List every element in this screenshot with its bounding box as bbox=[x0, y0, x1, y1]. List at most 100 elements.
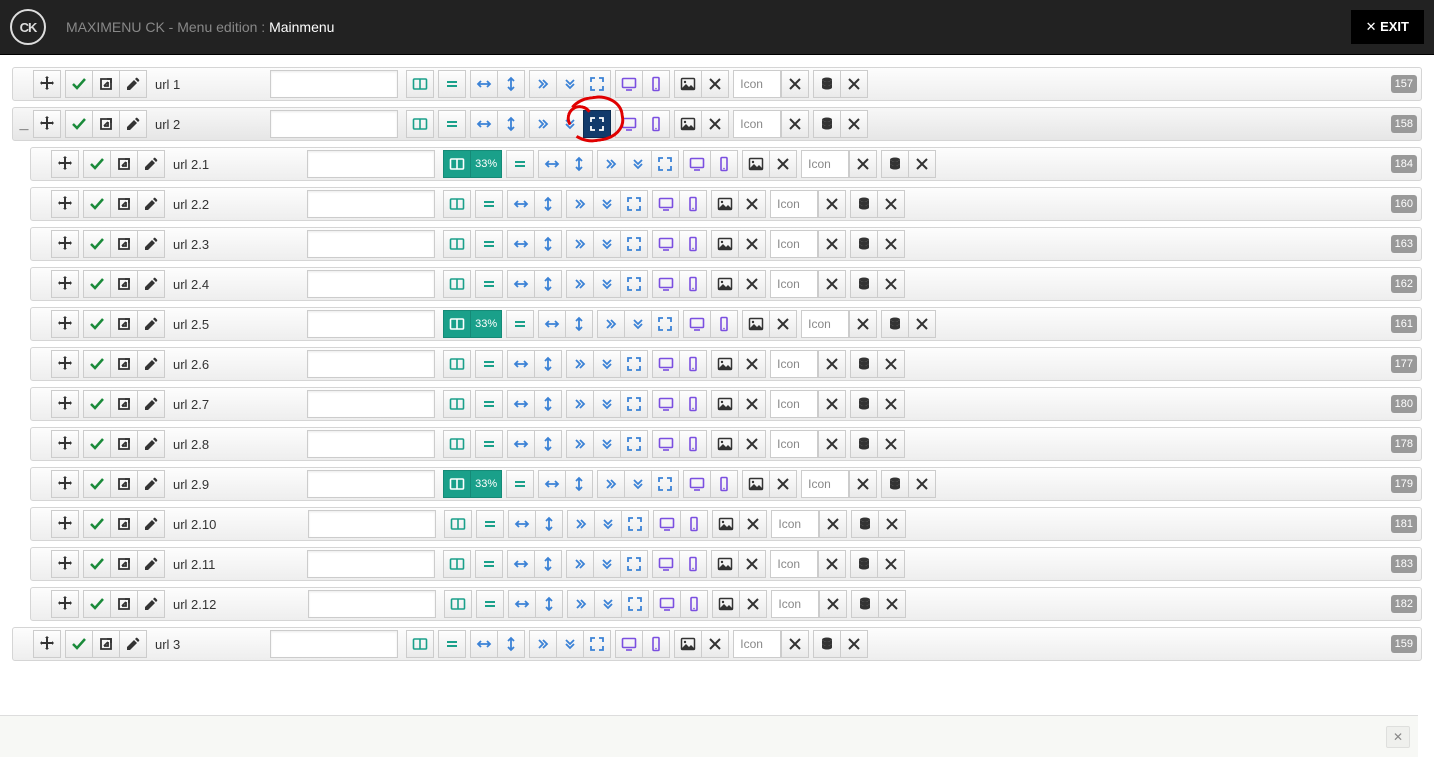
width-arrows-button[interactable] bbox=[508, 590, 536, 618]
publish-toggle[interactable] bbox=[83, 390, 111, 418]
publish-toggle[interactable] bbox=[83, 310, 111, 338]
columns-button[interactable] bbox=[443, 350, 471, 378]
desktop-visibility-button[interactable] bbox=[683, 470, 711, 498]
mobile-visibility-button[interactable] bbox=[642, 70, 670, 98]
row-layout-button[interactable] bbox=[506, 310, 534, 338]
drag-handle[interactable] bbox=[33, 630, 61, 658]
params-button[interactable] bbox=[851, 590, 879, 618]
icon-input[interactable]: Icon bbox=[770, 270, 818, 298]
fullwidth-button[interactable] bbox=[651, 150, 679, 178]
open-link-button[interactable] bbox=[110, 270, 138, 298]
publish-toggle[interactable] bbox=[83, 230, 111, 258]
class-input[interactable] bbox=[307, 350, 435, 378]
params-clear-button[interactable] bbox=[877, 550, 905, 578]
edit-button[interactable] bbox=[119, 630, 147, 658]
publish-toggle[interactable] bbox=[83, 430, 111, 458]
width-arrows-button[interactable] bbox=[538, 310, 566, 338]
expand-down-button[interactable] bbox=[594, 590, 622, 618]
width-arrows-button[interactable] bbox=[470, 70, 498, 98]
params-clear-button[interactable] bbox=[877, 430, 905, 458]
height-arrows-button[interactable] bbox=[497, 70, 525, 98]
edit-button[interactable] bbox=[137, 430, 165, 458]
icon-clear-button[interactable] bbox=[818, 190, 846, 218]
drag-handle[interactable] bbox=[51, 390, 79, 418]
width-arrows-button[interactable] bbox=[538, 150, 566, 178]
desktop-visibility-button[interactable] bbox=[652, 550, 680, 578]
params-button[interactable] bbox=[850, 390, 878, 418]
expand-down-button[interactable] bbox=[624, 310, 652, 338]
fullwidth-button[interactable] bbox=[583, 110, 611, 138]
desktop-visibility-button[interactable] bbox=[652, 270, 680, 298]
drag-handle[interactable] bbox=[51, 590, 79, 618]
mobile-visibility-button[interactable] bbox=[679, 430, 707, 458]
row-layout-button[interactable] bbox=[475, 550, 503, 578]
publish-toggle[interactable] bbox=[65, 630, 93, 658]
icon-input[interactable]: Icon bbox=[801, 150, 849, 178]
image-clear-button[interactable] bbox=[738, 390, 766, 418]
desktop-visibility-button[interactable] bbox=[653, 590, 681, 618]
expand-down-button[interactable] bbox=[593, 350, 621, 378]
image-clear-button[interactable] bbox=[739, 510, 767, 538]
image-button[interactable] bbox=[742, 310, 770, 338]
image-button[interactable] bbox=[674, 630, 702, 658]
mobile-visibility-button[interactable] bbox=[679, 350, 707, 378]
expand-down-button[interactable] bbox=[556, 110, 584, 138]
width-arrows-button[interactable] bbox=[507, 390, 535, 418]
expand-down-button[interactable] bbox=[624, 470, 652, 498]
fullwidth-button[interactable] bbox=[621, 510, 649, 538]
publish-toggle[interactable] bbox=[83, 510, 111, 538]
params-clear-button[interactable] bbox=[840, 630, 868, 658]
mobile-visibility-button[interactable] bbox=[710, 470, 738, 498]
open-link-button[interactable] bbox=[92, 70, 120, 98]
publish-toggle[interactable] bbox=[65, 70, 93, 98]
params-clear-button[interactable] bbox=[877, 270, 905, 298]
drag-handle[interactable] bbox=[33, 70, 61, 98]
expand-right-button[interactable] bbox=[529, 630, 557, 658]
row-layout-button[interactable] bbox=[475, 190, 503, 218]
class-input[interactable] bbox=[307, 390, 435, 418]
open-link-button[interactable] bbox=[110, 430, 138, 458]
mobile-visibility-button[interactable] bbox=[679, 550, 707, 578]
image-button[interactable] bbox=[711, 230, 739, 258]
image-clear-button[interactable] bbox=[701, 110, 729, 138]
icon-clear-button[interactable] bbox=[849, 470, 877, 498]
image-button[interactable] bbox=[711, 350, 739, 378]
params-clear-button[interactable] bbox=[840, 110, 868, 138]
icon-input[interactable]: Icon bbox=[771, 590, 819, 618]
image-clear-button[interactable] bbox=[769, 150, 797, 178]
desktop-visibility-button[interactable] bbox=[683, 310, 711, 338]
icon-clear-button[interactable] bbox=[818, 550, 846, 578]
edit-button[interactable] bbox=[137, 510, 165, 538]
publish-toggle[interactable] bbox=[83, 350, 111, 378]
columns-button[interactable] bbox=[406, 70, 434, 98]
params-clear-button[interactable] bbox=[877, 390, 905, 418]
fullwidth-button[interactable] bbox=[651, 470, 679, 498]
image-button[interactable] bbox=[674, 110, 702, 138]
image-button[interactable] bbox=[711, 270, 739, 298]
image-clear-button[interactable] bbox=[701, 70, 729, 98]
expand-down-button[interactable] bbox=[556, 630, 584, 658]
edit-button[interactable] bbox=[137, 270, 165, 298]
open-link-button[interactable] bbox=[110, 190, 138, 218]
publish-toggle[interactable] bbox=[83, 550, 111, 578]
icon-input[interactable]: Icon bbox=[770, 430, 818, 458]
height-arrows-button[interactable] bbox=[565, 150, 593, 178]
columns-button[interactable] bbox=[406, 630, 434, 658]
drag-handle[interactable] bbox=[51, 510, 79, 538]
image-button[interactable] bbox=[711, 430, 739, 458]
params-clear-button[interactable] bbox=[908, 310, 936, 338]
expand-right-button[interactable] bbox=[566, 270, 594, 298]
edit-button[interactable] bbox=[119, 110, 147, 138]
collapse-toggle[interactable]: _ bbox=[13, 115, 29, 133]
params-clear-button[interactable] bbox=[878, 590, 906, 618]
row-layout-button[interactable] bbox=[476, 590, 504, 618]
mobile-visibility-button[interactable] bbox=[679, 190, 707, 218]
mobile-visibility-button[interactable] bbox=[710, 310, 738, 338]
desktop-visibility-button[interactable] bbox=[652, 230, 680, 258]
row-layout-button[interactable] bbox=[475, 390, 503, 418]
expand-right-button[interactable] bbox=[597, 310, 625, 338]
params-button[interactable] bbox=[881, 310, 909, 338]
columns-button[interactable] bbox=[444, 510, 472, 538]
width-arrows-button[interactable] bbox=[470, 630, 498, 658]
params-button[interactable] bbox=[850, 550, 878, 578]
